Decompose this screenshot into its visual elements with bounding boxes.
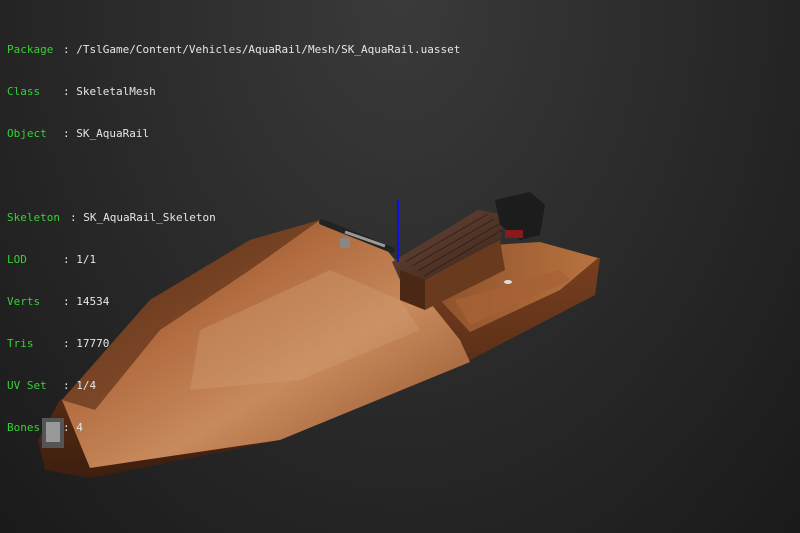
info-row-object: Object: SK_AquaRail [7, 127, 460, 141]
info-row-uvset: UV Set: 1/4 [7, 379, 460, 393]
info-label-bones: Bones [7, 421, 41, 434]
info-value-uvset: 1/4 [76, 379, 97, 392]
info-label-verts: Verts [7, 295, 41, 308]
info-separator: : [70, 211, 84, 224]
info-value-skeleton: SK_AquaRail_Skeleton [83, 211, 216, 224]
info-separator: : [63, 295, 77, 308]
info-separator: : [63, 421, 77, 434]
info-label-lod: LOD [7, 253, 27, 266]
info-value-object: SK_AquaRail [76, 127, 150, 140]
pivot-marker [504, 280, 512, 284]
info-row-verts: Verts: 14534 [7, 295, 460, 309]
info-row-package: Package: /TslGame/Content/Vehicles/AquaR… [7, 43, 460, 57]
info-row-skeleton: Skeleton: SK_AquaRail_Skeleton [7, 211, 460, 225]
info-row-tris: Tris: 17770 [7, 337, 460, 351]
info-value-bones: 4 [76, 421, 83, 434]
info-separator: : [63, 43, 77, 56]
info-separator: : [63, 127, 77, 140]
info-separator: : [63, 337, 77, 350]
mesh-viewer-viewport[interactable]: Package: /TslGame/Content/Vehicles/AquaR… [0, 0, 800, 533]
info-separator: : [63, 379, 77, 392]
info-label-object: Object [7, 127, 47, 140]
info-row-bones: Bones: 4 [7, 421, 460, 435]
info-label-package: Package [7, 43, 54, 56]
info-value-lod: 1/1 [76, 253, 97, 266]
info-value-package: /TslGame/Content/Vehicles/AquaRail/Mesh/… [76, 43, 461, 56]
info-separator: : [63, 253, 77, 266]
info-label-uvset: UV Set [7, 379, 47, 392]
info-row-class: Class: SkeletalMesh [7, 85, 460, 99]
info-value-class: SkeletalMesh [76, 85, 156, 98]
info-label-skeleton: Skeleton [7, 211, 60, 224]
info-row-lod: LOD: 1/1 [7, 253, 460, 267]
info-value-verts: 14534 [76, 295, 110, 308]
info-value-tris: 17770 [76, 337, 110, 350]
mesh-info-overlay: Package: /TslGame/Content/Vehicles/AquaR… [7, 15, 460, 463]
engine-detail [505, 230, 523, 238]
info-label-class: Class [7, 85, 41, 98]
info-label-tris: Tris [7, 337, 34, 350]
info-separator: : [63, 85, 77, 98]
